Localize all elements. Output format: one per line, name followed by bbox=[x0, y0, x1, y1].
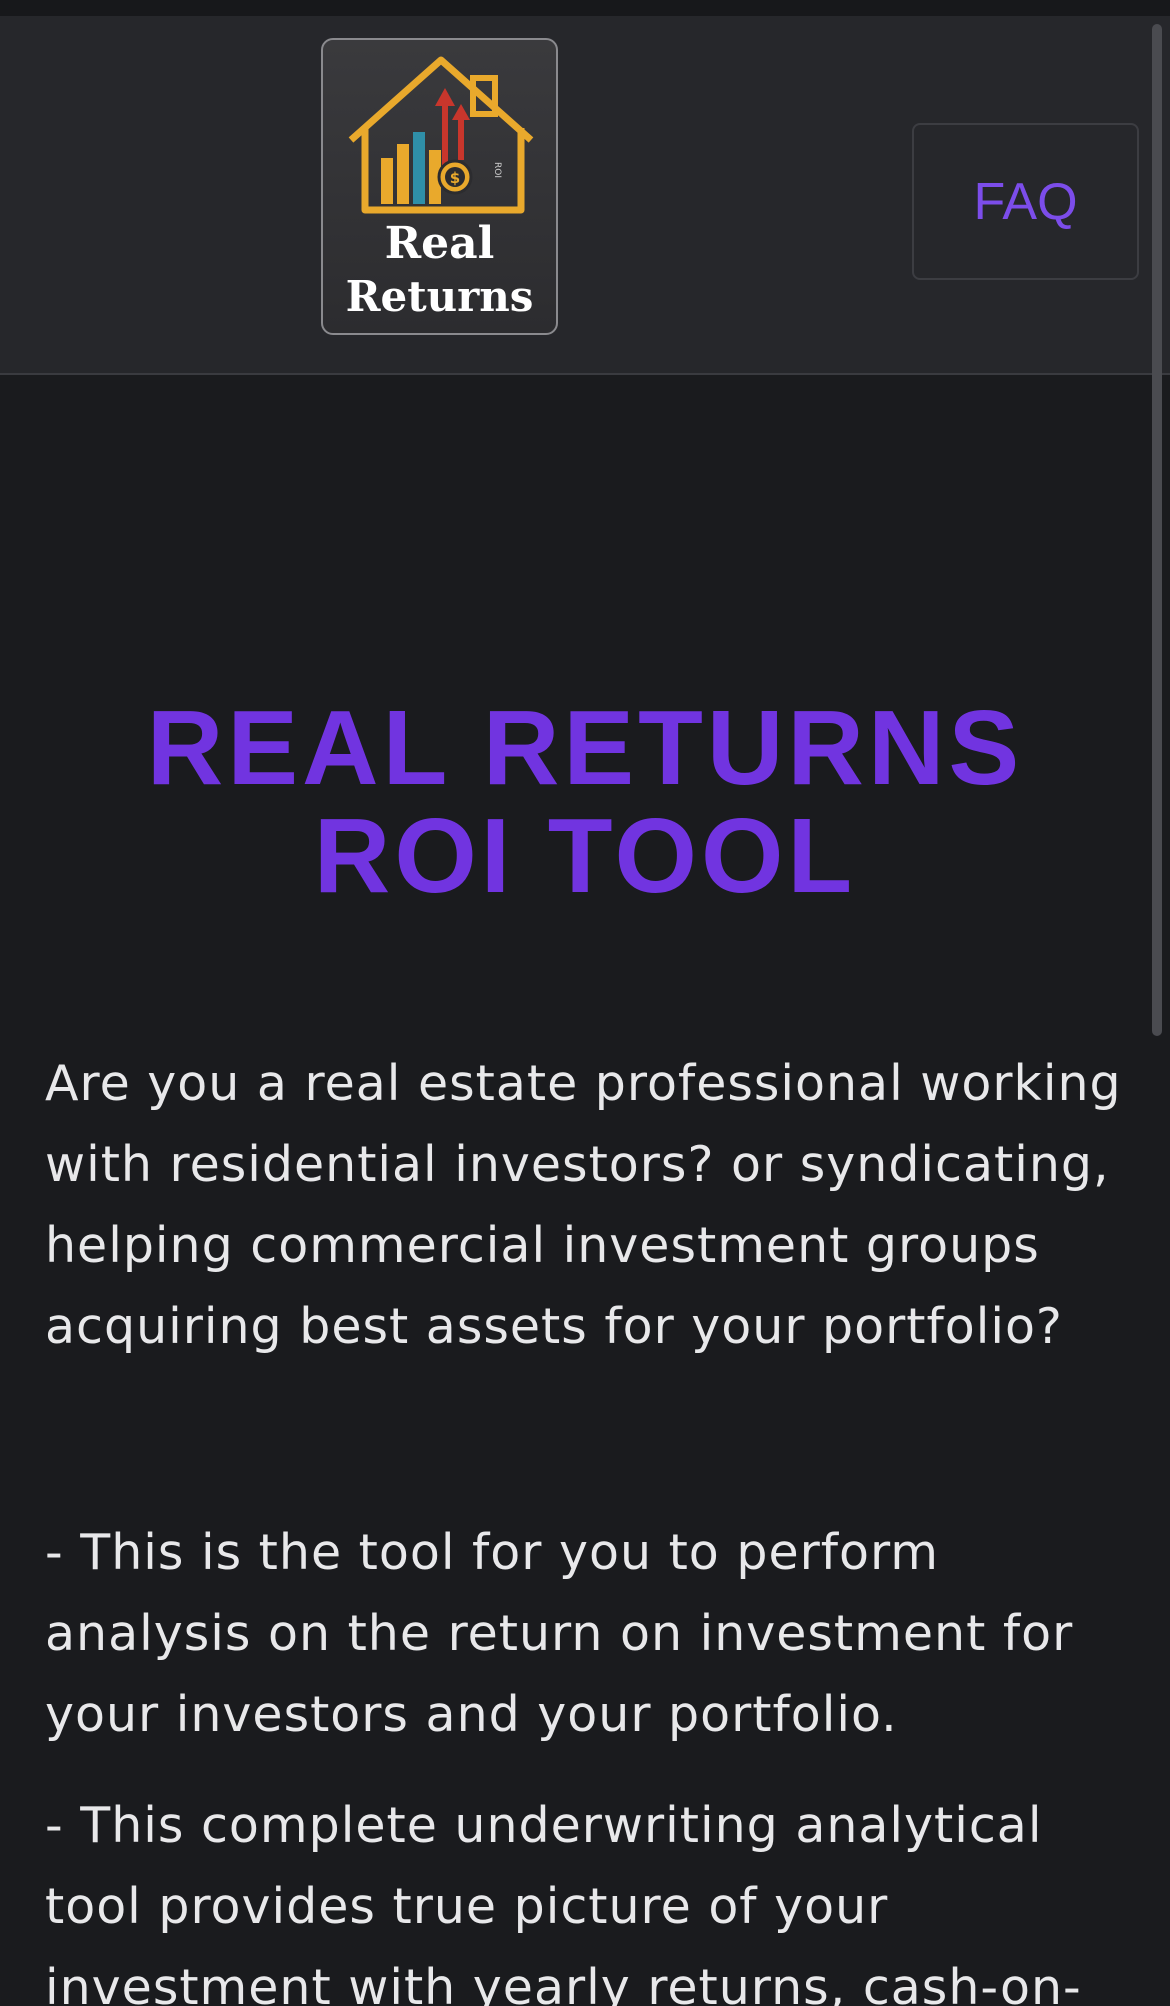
site-header: $ ROI Real Returns FAQ bbox=[0, 16, 1170, 375]
intro-paragraph: Are you a real estate professional worki… bbox=[45, 1055, 1122, 1355]
faq-button[interactable]: FAQ bbox=[912, 123, 1139, 280]
logo-text-real: Real bbox=[384, 218, 495, 269]
real-returns-logo[interactable]: $ ROI Real Returns bbox=[321, 38, 558, 335]
top-strip bbox=[0, 0, 1170, 16]
scrollbar-thumb[interactable] bbox=[1152, 24, 1162, 1036]
feature-bullet-analysis: - This is the tool for you to perform an… bbox=[45, 1524, 1074, 1743]
page: $ ROI Real Returns FAQ REAL RETURNS ROI … bbox=[0, 0, 1170, 2006]
logo-text-returns: Returns bbox=[345, 272, 534, 321]
svg-text:ROI: ROI bbox=[492, 162, 502, 178]
feature-bullet-underwriting: - This complete underwriting analytical … bbox=[45, 1797, 1082, 2006]
page-title: REAL RETURNS ROI TOOL bbox=[146, 689, 1024, 915]
svg-text:$: $ bbox=[450, 169, 460, 187]
